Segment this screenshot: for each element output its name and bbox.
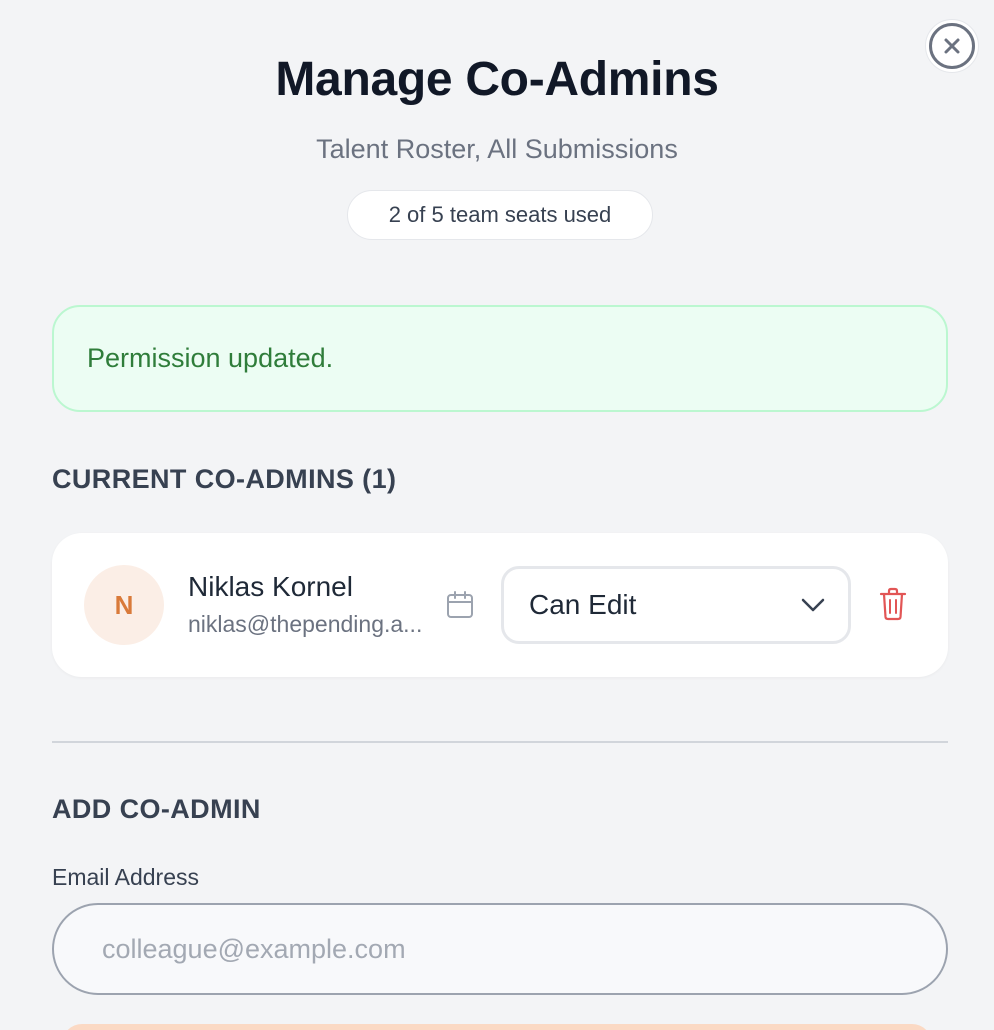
- avatar: N: [84, 565, 164, 645]
- success-alert: Permission updated.: [52, 305, 948, 412]
- trash-icon[interactable]: [878, 587, 908, 621]
- add-co-admin-heading: ADD CO-ADMIN: [52, 794, 261, 824]
- add-co-admin-button[interactable]: [62, 1024, 932, 1030]
- chevron-down-icon: [801, 598, 825, 612]
- co-admin-email: niklas@thepending.a...: [188, 611, 423, 637]
- current-co-admins-heading: CURRENT CO-ADMINS (1): [52, 464, 397, 494]
- email-input[interactable]: [52, 903, 948, 995]
- section-divider: [52, 741, 948, 743]
- permission-value: Can Edit: [529, 589, 637, 620]
- calendar-icon: [447, 591, 473, 618]
- page-subtitle: Talent Roster, All Submissions: [316, 134, 678, 164]
- co-admin-row: N Niklas Kornel niklas@thepending.a... C…: [52, 533, 948, 677]
- seats-badge: 2 of 5 team seats used: [347, 190, 653, 240]
- manage-co-admins-modal: Manage Co-Admins Talent Roster, All Subm…: [0, 0, 994, 1030]
- page-title: Manage Co-Admins: [275, 53, 719, 106]
- email-label: Email Address: [52, 864, 200, 890]
- co-admin-name: Niklas Kornel: [188, 571, 353, 602]
- permission-select[interactable]: Can Edit: [501, 566, 851, 644]
